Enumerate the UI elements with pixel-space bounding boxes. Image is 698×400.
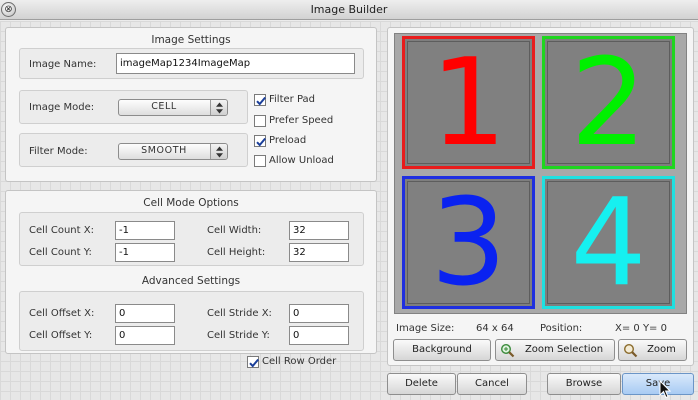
tile-1[interactable]: 1 [402,36,535,169]
checkbox-filter-pad[interactable]: Filter Pad [254,94,354,108]
cell-stride-y-label: Cell Stride Y: [207,330,270,341]
checkbox-cell-row-order[interactable]: Cell Row Order [247,356,357,370]
cell-count-x-input[interactable]: -1 [115,221,175,240]
browse-button[interactable]: Browse [547,373,621,395]
cell-width-input[interactable]: 32 [289,221,349,240]
image-settings-title: Image Settings [151,34,231,46]
cell-width-label: Cell Width: [207,225,262,236]
cell-count-y-label: Cell Count Y: [29,247,92,258]
save-button[interactable]: Save [622,373,694,395]
image-mode-group: Image Mode: CELL [19,90,248,124]
background-button[interactable]: Background [393,339,491,361]
image-mode-select[interactable]: CELL [118,99,228,116]
window-title: Image Builder [310,3,388,16]
cell-height-input[interactable]: 32 [289,243,349,262]
preload-label: Preload [269,135,307,146]
checkbox-allow-unload[interactable]: Allow Unload [254,155,354,169]
filter-mode-select[interactable]: SMOOTH [118,143,228,160]
tile-digit-1: 1 [430,34,507,173]
advanced-settings-group: Cell Offset X: 0 Cell Stride X: 0 Cell O… [19,291,364,351]
cell-offset-y-label: Cell Offset Y: [29,330,93,341]
cell-count-y-input[interactable]: -1 [115,243,175,262]
cell-count-x-label: Cell Count X: [29,225,94,236]
prefer-speed-checkbox[interactable] [254,115,266,127]
zoom-selection-label: Zoom Selection [524,344,604,355]
image-name-input[interactable]: imageMap1234ImageMap [116,53,355,74]
cell-stride-x-label: Cell Stride X: [207,308,272,319]
image-size-label: Image Size: [396,323,455,334]
tile-3[interactable]: 3 [402,176,535,309]
tile-digit-3: 3 [430,174,507,313]
zoom-selection-icon [500,343,515,366]
magnifier-icon [623,343,638,366]
tile-digit-4: 4 [570,174,647,313]
cell-height-label: Cell Height: [207,247,266,258]
mouse-pointer-icon [659,379,672,400]
image-size-value: 64 x 64 [476,323,514,334]
position-label: Position: [540,323,583,334]
up-down-arrows-icon [210,144,227,159]
checkbox-prefer-speed[interactable]: Prefer Speed [254,115,354,129]
tile-digit-2: 2 [570,34,647,173]
title-bar: ⊗ Image Builder [0,0,698,20]
advanced-settings-title: Advanced Settings [141,275,241,287]
image-preview[interactable]: 1 2 3 4 [394,33,687,314]
delete-button[interactable]: Delete [387,373,456,395]
cell-offset-y-input[interactable]: 0 [115,326,175,345]
cancel-button[interactable]: Cancel [457,373,527,395]
filter-pad-label: Filter Pad [269,94,316,105]
filter-mode-value: SMOOTH [141,145,187,156]
position-value: X= 0 Y= 0 [615,323,667,334]
zoom-button[interactable]: Zoom [618,339,687,361]
cell-stride-x-input[interactable]: 0 [289,304,349,323]
tile-2[interactable]: 2 [542,36,675,169]
image-name-label: Image Name: [29,59,97,70]
filter-mode-label: Filter Mode: [29,146,88,157]
filter-pad-checkbox[interactable] [254,94,266,106]
allow-unload-checkbox[interactable] [254,155,266,167]
cell-offset-x-input[interactable]: 0 [115,304,175,323]
cell-row-order-label: Cell Row Order [262,356,337,367]
cell-row-order-checkbox[interactable] [247,356,259,368]
up-down-arrows-icon [210,100,227,115]
zoom-selection-button[interactable]: Zoom Selection [495,339,615,361]
image-mode-value: CELL [151,101,177,112]
cell-mode-title: Cell Mode Options [143,197,239,209]
image-name-group: Image Name: imageMap1234ImageMap [19,48,364,79]
tile-4[interactable]: 4 [542,176,675,309]
filter-mode-group: Filter Mode: SMOOTH [19,133,248,167]
checkbox-preload[interactable]: Preload [254,135,354,149]
preload-checkbox[interactable] [254,135,266,147]
cell-stride-y-input[interactable]: 0 [289,326,349,345]
zoom-label: Zoom [647,344,676,355]
prefer-speed-label: Prefer Speed [269,115,334,126]
cell-mode-panel: Cell Mode Options Cell Count X: -1 Cell … [5,190,377,368]
image-mode-label: Image Mode: [29,102,95,113]
allow-unload-label: Allow Unload [269,155,334,166]
cell-offset-x-label: Cell Offset X: [29,308,95,319]
cell-count-group: Cell Count X: -1 Cell Width: 32 Cell Cou… [19,212,364,266]
image-settings-panel: Image Settings Image Name: imageMap1234I… [5,27,377,182]
